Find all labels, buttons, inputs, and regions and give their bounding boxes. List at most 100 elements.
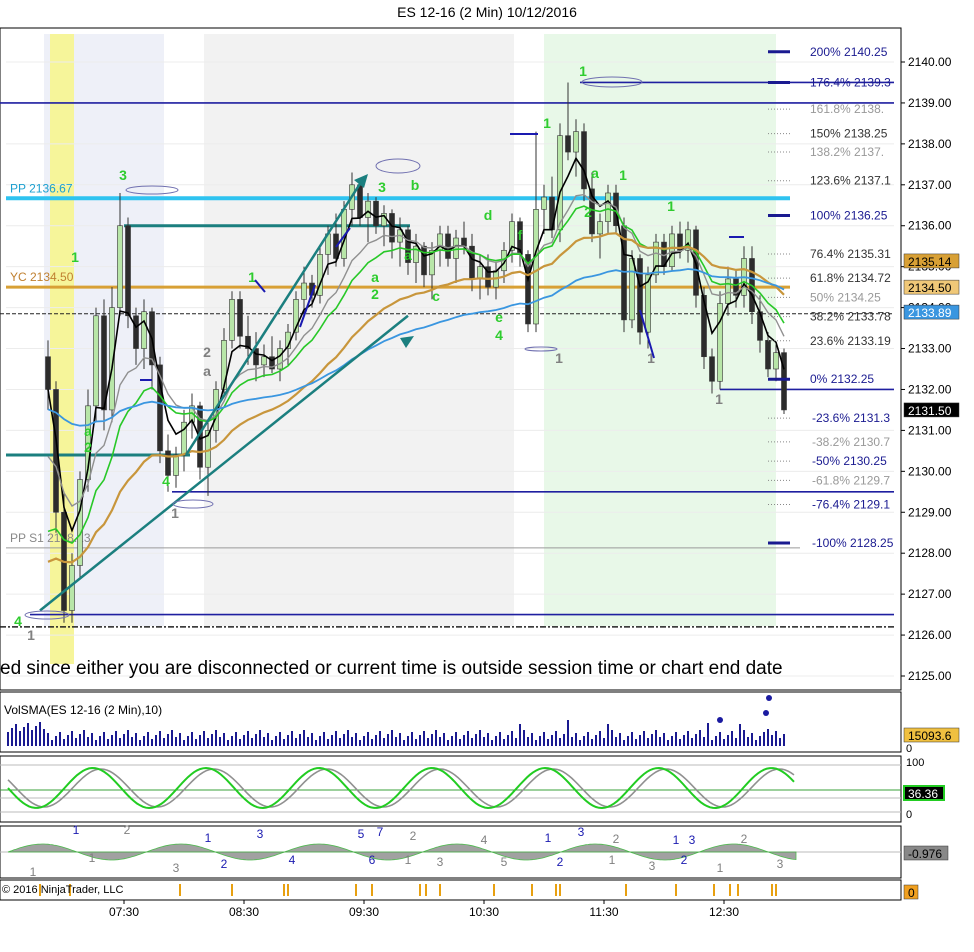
- wave-label: 1: [71, 249, 79, 265]
- candle-body: [165, 450, 171, 476]
- candle-body: [637, 258, 643, 333]
- oscillator-value: -0.976: [908, 847, 942, 861]
- marker-value: 0: [908, 886, 915, 900]
- oscillator-wave-label: 2: [613, 832, 620, 846]
- candle-body: [557, 135, 563, 231]
- candle-body: [597, 221, 603, 235]
- fib-level-label: 100% 2136.25: [810, 209, 888, 223]
- oscillator-wave-label: 2: [557, 855, 564, 869]
- wave-label: a: [203, 363, 211, 379]
- session-warning-banner: ed since either you are disconnected or …: [0, 658, 783, 679]
- candle-body: [773, 352, 779, 370]
- oscillator-wave-label: 1: [609, 853, 616, 867]
- wave-label: 1: [171, 505, 179, 521]
- candle-body: [77, 479, 83, 566]
- y-tick-label: 2125.00: [908, 669, 952, 683]
- fib-level-label: -38.2% 2130.7: [812, 435, 890, 449]
- y-tick-label: 2130.00: [908, 464, 952, 478]
- wave-label: 1: [667, 198, 675, 214]
- price-chart[interactable]: PP 2136.67YC 2134.50PP S1 2128.13132aa24…: [0, 0, 974, 952]
- wave-label: 2: [371, 286, 379, 302]
- marker-panel-frame: [0, 879, 902, 901]
- fib-level-label: 176.4% 2139.3: [810, 75, 891, 89]
- candle-body: [445, 233, 451, 259]
- oscillator-wave-label: 3: [257, 827, 264, 841]
- oscillator-wave-label: 3: [173, 861, 180, 875]
- wave-label: 4: [162, 473, 170, 489]
- stochastic-0-label: 0: [906, 809, 912, 821]
- oscillator-wave-label: 1: [545, 831, 552, 845]
- fib-level-label: -100% 2128.25: [812, 536, 894, 550]
- wave-label: 1: [248, 269, 256, 285]
- axis-gutter: [894, 38, 900, 680]
- oscillator-wave-label: 1: [205, 831, 212, 845]
- wave-label: a: [591, 165, 599, 181]
- candle-body: [173, 454, 179, 476]
- candle-body: [453, 237, 459, 259]
- wave-label: b: [411, 177, 420, 193]
- oscillator-wave-label: 2: [221, 857, 228, 871]
- wave-label: a: [84, 423, 92, 439]
- fib-level-label: -76.4% 2129.1: [812, 497, 890, 511]
- oscillator-wave-label: 1: [717, 861, 724, 875]
- oscillator-wave-label: 7: [377, 825, 384, 839]
- volume-spike-dot: [763, 710, 769, 716]
- candle-body: [477, 266, 483, 280]
- fib-level-label: 23.6% 2133.19: [810, 334, 891, 348]
- x-tick-label: 08:30: [229, 905, 259, 919]
- wave-label: 1: [543, 115, 551, 131]
- copyright-label: © 2016 NinjaTrader, LLC: [2, 884, 123, 896]
- y-tick-label: 2139.00: [908, 96, 952, 110]
- fib-level-label: 76.4% 2135.31: [810, 247, 891, 261]
- volume-panel-title: VolSMA(ES 12-16 (2 Min),10): [4, 703, 162, 717]
- wave-label: 2: [84, 439, 92, 455]
- y-tick-label: 2127.00: [908, 587, 952, 601]
- candle-body: [93, 315, 99, 407]
- wave-label: 1: [555, 350, 563, 366]
- fib-level-label: 38.2% 2133.78: [810, 310, 891, 324]
- y-tick-label: 2132.00: [908, 382, 952, 396]
- x-tick-label: 10:30: [469, 905, 499, 919]
- y-tick-label: 2138.00: [908, 137, 952, 151]
- volume-zero-label: 0: [906, 743, 912, 755]
- candle-body: [629, 258, 635, 321]
- fib-level-label: 50% 2134.25: [810, 290, 881, 304]
- chart-window: ES 12-16 (2 Min) 10/12/2016 PP 2136.67 YC…: [0, 0, 974, 952]
- oscillator-wave-label: 1: [673, 833, 680, 847]
- candle-body: [357, 184, 363, 218]
- stochastic-value: 36.36: [908, 787, 938, 801]
- volume-value: 15093.6: [908, 729, 952, 743]
- candle-body: [581, 131, 587, 190]
- wave-label: e: [495, 309, 503, 325]
- wave-label: 4: [495, 327, 503, 343]
- fib-level-label: 138.2% 2137.: [810, 145, 884, 159]
- session-shade: [544, 34, 776, 626]
- wave-label: f: [518, 227, 523, 243]
- candle-body: [237, 299, 243, 337]
- wave-label: 1: [27, 627, 35, 643]
- oscillator-wave-label: 3: [649, 859, 656, 873]
- candle-body: [725, 278, 731, 304]
- wave-label: 3: [119, 167, 127, 183]
- oscillator-wave-label: 2: [410, 829, 417, 843]
- oscillator-wave-label: 3: [777, 857, 784, 871]
- price-tag-label: 2131.50: [908, 404, 952, 418]
- candle-body: [709, 356, 715, 382]
- candle-body: [765, 340, 771, 370]
- y-tick-label: 2131.00: [908, 423, 952, 437]
- fib-level-label: -50% 2130.25: [812, 454, 887, 468]
- wave-label: 2: [584, 204, 592, 220]
- candle-body: [125, 225, 131, 317]
- candle-body: [717, 303, 723, 382]
- wave-label: 1: [715, 391, 723, 407]
- candle-body: [69, 565, 75, 611]
- oscillator-wave-label: 4: [481, 833, 488, 847]
- candle-body: [373, 200, 379, 227]
- stochastic-100-label: 100: [906, 757, 924, 769]
- wave-label: 2: [203, 344, 211, 360]
- price-tag-label: 2134.50: [908, 281, 952, 295]
- fib-level-label: 150% 2138.25: [810, 127, 888, 141]
- candle-body: [301, 282, 307, 300]
- oscillator-wave-label: 3: [437, 855, 444, 869]
- fib-level-label: 61.8% 2134.72: [810, 271, 891, 285]
